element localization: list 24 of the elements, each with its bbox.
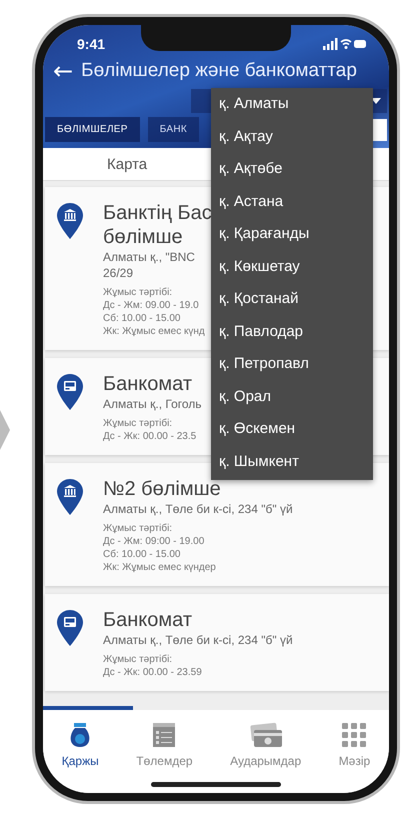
schedule-line: Дс - Жк: 00.00 - 23.5 <box>103 430 198 443</box>
location-address: Алматы қ., Гоголь <box>103 396 202 412</box>
schedule-line: Дс - Жм: 09.00 - 19.0 <box>103 299 200 312</box>
schedule-line: Дс - Жм: 09:00 - 19.00 <box>103 535 206 548</box>
schedule-line: Дс - Жк: 00.00 - 23.59 <box>103 666 203 679</box>
schedule-line: Жұмыс тәртібі: <box>103 286 174 299</box>
schedule-line: Жк: Жұмыс емес күнд <box>103 325 206 338</box>
location-address: 26/29 <box>103 265 134 281</box>
schedule-line: Сб: 10.00 - 15.00 <box>103 312 182 325</box>
location-address: Алматы қ., "BNC <box>103 249 196 265</box>
schedule-line: Жұмыс тәртібі: <box>103 417 174 430</box>
schedule-line: Жұмыс тәртібі: <box>103 522 174 535</box>
location-title: Банкомат <box>103 372 193 396</box>
location-address: Алматы қ., Төле би к-сі, 234 "б" үй <box>103 501 293 517</box>
schedule-line: Жк: Жұмыс емес күндер <box>103 561 217 574</box>
location-title: бөлімше <box>103 225 184 249</box>
location-address: Алматы қ., Төле би к-сі, 234 "б" үй <box>103 632 293 648</box>
location-title: Банкомат <box>103 608 193 632</box>
location-title: Банктің Бас <box>103 201 212 225</box>
status-time: 9:41 <box>77 35 106 52</box>
schedule-line: Сб: 10.00 - 15.00 <box>103 548 182 561</box>
location-title: №2 бөлімше <box>103 477 222 501</box>
screen-title: Бөлімшелер және банкоматтар <box>81 60 357 82</box>
schedule-line: Жұмыс тәртібі: <box>103 653 174 666</box>
